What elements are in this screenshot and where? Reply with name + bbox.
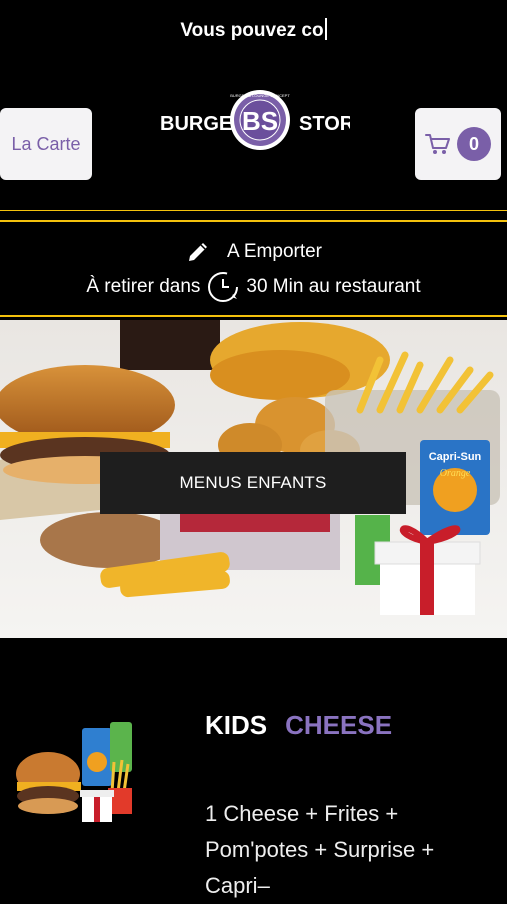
drink-flavor-text: Orange [440,468,471,479]
pickup-time-row: À retirer dans 30 Min au restaurant [0,270,507,304]
order-mode-panel[interactable]: A Emporter À retirer dans 30 Min au rest… [0,220,507,317]
cart-button[interactable]: 0 [415,108,501,180]
text-caret [324,18,327,40]
cart-icon [425,134,450,154]
logo-ring-text: BURGER & LOUNGE CONCEPT [230,93,290,98]
pickup-prefix: À retirer dans [86,276,201,297]
header-divider [0,210,507,211]
burger-store-logo[interactable]: BURGER BS STORE BURGER & LOUNGE CONCEPT [158,86,350,158]
pencil-icon[interactable] [185,239,211,265]
kids-cheese-product-image[interactable] [14,722,138,830]
logo-right-word: STORE [299,113,350,135]
product-title-second: CHEESE [285,710,393,740]
menus-enfants-category-button[interactable]: MENUS ENFANTS [100,452,406,514]
cart-count-badge: 0 [457,127,491,161]
menu-button-label: La Carte [11,133,81,154]
clock-icon [208,272,239,302]
marquee-text: Vous pouvez co [180,20,324,41]
menu-button[interactable]: La Carte [0,108,92,180]
pickup-suffix: 30 Min au restaurant [246,276,421,297]
category-label: MENUS ENFANTS [179,473,327,492]
logo-monogram: BS [242,106,278,136]
product-description: 1 Cheese + Frites + Pom'potes + Surprise… [205,801,435,898]
order-mode-row[interactable]: A Emporter [0,239,507,265]
marquee-banner: Vous pouvez co [0,18,507,42]
drink-brand-text: Capri-Sun [429,451,482,463]
product-title-first: KIDS [205,710,268,740]
order-mode-label: A Emporter [226,241,323,262]
product-title[interactable]: KIDS CHEESE [205,710,392,741]
